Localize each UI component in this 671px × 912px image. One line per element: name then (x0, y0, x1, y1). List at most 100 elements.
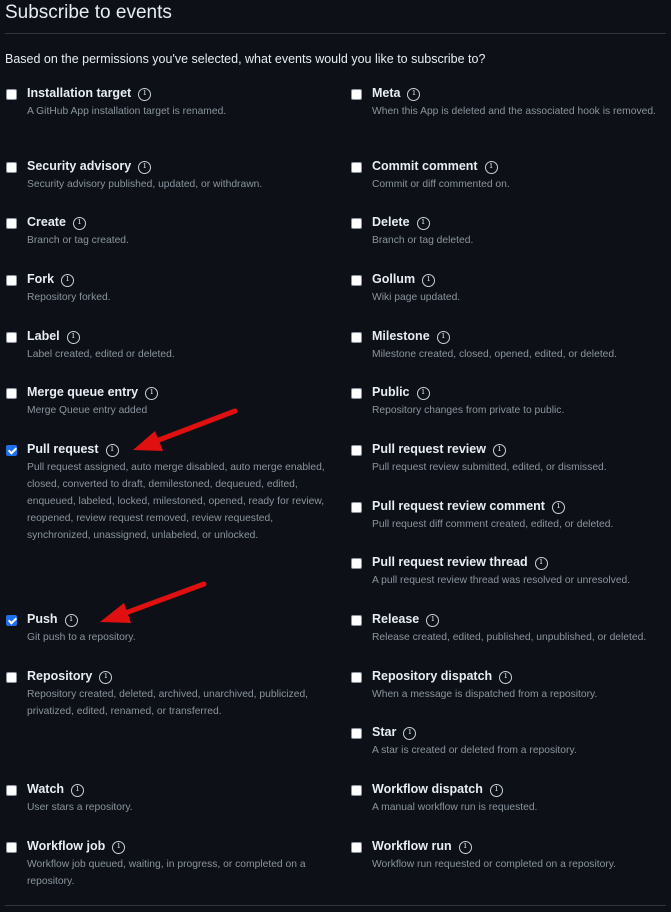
event-description: When this App is deleted and the associa… (372, 106, 656, 117)
checkbox-gollum[interactable] (351, 275, 362, 286)
info-icon[interactable] (484, 160, 498, 174)
event-label: Merge queue entry (27, 385, 139, 399)
info-icon[interactable] (416, 386, 430, 400)
intro-text: Based on the permissions you've selected… (5, 52, 486, 66)
checkbox-merge-queue-entry[interactable] (6, 388, 17, 399)
info-icon[interactable] (145, 386, 159, 400)
event-label: Delete (372, 215, 410, 229)
info-icon[interactable] (71, 783, 85, 797)
info-icon[interactable] (426, 613, 440, 627)
event-label: Repository dispatch (372, 669, 493, 683)
info-icon[interactable] (492, 443, 506, 457)
event-name: Label (27, 329, 80, 344)
info-icon[interactable] (499, 670, 513, 684)
info-icon[interactable] (407, 87, 421, 101)
event-label: Gollum (372, 272, 416, 286)
info-icon[interactable] (422, 273, 436, 287)
checkbox-release[interactable] (351, 615, 362, 626)
checkbox-workflow-dispatch[interactable] (351, 785, 362, 796)
info-icon[interactable] (138, 160, 152, 174)
checkbox-label[interactable] (6, 332, 17, 343)
event-label: Release (372, 612, 420, 626)
checkbox-delete[interactable] (351, 218, 362, 229)
checkbox-workflow-run[interactable] (351, 842, 362, 853)
info-icon[interactable] (66, 330, 80, 344)
checkbox-push[interactable] (6, 615, 17, 626)
checkbox-watch[interactable] (6, 785, 17, 796)
event-label: Security advisory (27, 159, 132, 173)
info-icon[interactable] (61, 273, 75, 287)
event-description: Pull request diff comment created, edite… (372, 519, 614, 530)
checkbox-repository-dispatch[interactable] (351, 672, 362, 683)
event-label: Meta (372, 86, 401, 100)
event-name: Release (372, 612, 440, 627)
event-label: Pull request (27, 442, 99, 456)
event-label: Fork (27, 272, 55, 286)
event-name: Workflow run (372, 839, 472, 854)
checkbox-installation-target[interactable] (6, 89, 17, 100)
checkbox-create[interactable] (6, 218, 17, 229)
event-description: Milestone created, closed, opened, edite… (372, 349, 617, 360)
event-name: Fork (27, 272, 75, 287)
event-label: Workflow run (372, 839, 452, 853)
info-icon[interactable] (436, 330, 450, 344)
event-label: Pull request review (372, 442, 486, 456)
event-description: Branch or tag created. (27, 235, 129, 246)
info-icon[interactable] (551, 500, 565, 514)
event-description: Pull request assigned, auto merge disabl… (27, 462, 325, 541)
event-description: Commit or diff commented on. (372, 179, 510, 190)
page-title: Subscribe to events (5, 2, 172, 23)
event-name: Watch (27, 782, 85, 797)
checkbox-star[interactable] (351, 728, 362, 739)
event-name: Workflow job (27, 839, 126, 854)
event-description: Repository forked. (27, 292, 111, 303)
checkbox-public[interactable] (351, 388, 362, 399)
checkbox-milestone[interactable] (351, 332, 362, 343)
info-icon[interactable] (458, 840, 472, 854)
info-icon[interactable] (72, 216, 86, 230)
info-icon[interactable] (416, 216, 430, 230)
checkbox-security-advisory[interactable] (6, 162, 17, 173)
event-name: Pull request (27, 442, 119, 457)
event-label: Workflow job (27, 839, 106, 853)
info-icon[interactable] (138, 87, 152, 101)
event-name: Installation target (27, 86, 152, 101)
checkbox-pull-request[interactable] (6, 445, 17, 456)
event-label: Create (27, 215, 66, 229)
checkbox-repository[interactable] (6, 672, 17, 683)
checkbox-commit-comment[interactable] (351, 162, 362, 173)
info-icon[interactable] (99, 670, 113, 684)
event-description: Workflow job queued, waiting, in progres… (27, 859, 306, 887)
event-description: Label created, edited or deleted. (27, 349, 175, 360)
checkbox-pull-request-review-thread[interactable] (351, 558, 362, 569)
info-icon[interactable] (112, 840, 126, 854)
event-label: Repository (27, 669, 93, 683)
checkbox-pull-request-review-comment[interactable] (351, 502, 362, 513)
event-description: Wiki page updated. (372, 292, 461, 303)
checkbox-fork[interactable] (6, 275, 17, 286)
event-label: Pull request review comment (372, 499, 545, 513)
event-label: Push (27, 612, 58, 626)
event-label: Pull request review thread (372, 555, 528, 569)
event-name: Delete (372, 215, 430, 230)
event-label: Label (27, 329, 60, 343)
event-description: A pull request review thread was resolve… (372, 575, 631, 586)
info-icon[interactable] (105, 443, 119, 457)
info-icon[interactable] (489, 783, 503, 797)
event-label: Workflow dispatch (372, 782, 483, 796)
annotation-arrow-push (100, 581, 207, 623)
event-name: Repository dispatch (372, 669, 513, 684)
info-icon[interactable] (403, 726, 417, 740)
checkbox-meta[interactable] (351, 89, 362, 100)
info-icon[interactable] (534, 556, 548, 570)
checkbox-pull-request-review[interactable] (351, 445, 362, 456)
event-label: Commit comment (372, 159, 478, 173)
event-name: Create (27, 215, 86, 230)
event-name: Milestone (372, 329, 450, 344)
info-icon[interactable] (64, 613, 78, 627)
annotation-arrow-pull-request (133, 408, 238, 451)
checkbox-workflow-job[interactable] (6, 842, 17, 853)
event-name: Star (372, 725, 417, 740)
event-description: A GitHub App installation target is rena… (27, 106, 227, 117)
event-name: Workflow dispatch (372, 782, 503, 797)
